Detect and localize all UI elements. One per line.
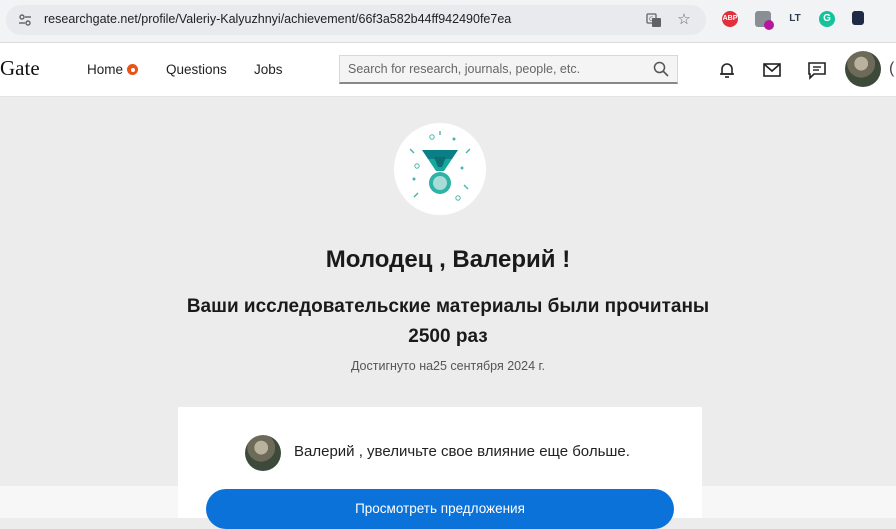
shield-extension-icon[interactable] (852, 11, 864, 25)
overflow-indicator: ( (889, 60, 895, 77)
search-box[interactable] (339, 55, 678, 84)
nav-jobs[interactable]: Jobs (254, 62, 283, 77)
url-text[interactable]: researchgate.net/profile/Valeriy-Kalyuzh… (44, 12, 511, 26)
promo-card: Валерий , увеличьте свое влияние еще бол… (178, 407, 702, 529)
achievement-date: Достигнуто на25 сентября 2024 г. (350, 359, 546, 373)
medal-icon (394, 123, 486, 215)
home-notification-icon (127, 64, 139, 75)
nav-home[interactable]: Home (87, 62, 139, 77)
card-avatar (245, 435, 281, 471)
user-avatar[interactable] (845, 51, 881, 87)
adblock-icon[interactable]: ABP (722, 11, 738, 27)
search-input[interactable] (346, 61, 650, 77)
achievement-subtitle-line2: 2500 раз (408, 326, 488, 347)
view-suggestions-button[interactable]: Просмотреть предложения (206, 489, 674, 529)
notifications-bell-icon[interactable] (717, 60, 737, 80)
browser-toolbar: researchgate.net/profile/Valeriy-Kalyuzh… (0, 0, 896, 43)
logo[interactable]: Gate (0, 56, 40, 81)
extension-badge (764, 20, 774, 30)
languagetool-icon[interactable]: LT (787, 11, 803, 27)
feedback-chat-icon[interactable] (807, 60, 827, 80)
nav-home-label: Home (87, 62, 124, 77)
messages-mail-icon[interactable] (762, 60, 782, 80)
site-header: Gate Home Questions Jobs ( (0, 43, 896, 97)
achievement-title: Молодец , Валерий ! (325, 246, 571, 273)
site-settings-icon[interactable] (18, 13, 32, 27)
search-icon[interactable] (653, 61, 669, 77)
address-bar[interactable]: researchgate.net/profile/Valeriy-Kalyuzh… (6, 5, 706, 35)
achievement-subtitle: Ваши исследовательские материалы были пр… (0, 292, 896, 352)
achievement-subtitle-line1: Ваши исследовательские материалы были пр… (186, 296, 710, 317)
nav-questions[interactable]: Questions (166, 62, 227, 77)
grammarly-icon[interactable]: G (819, 11, 835, 27)
svg-text:G: G (649, 16, 654, 23)
bookmark-star-icon[interactable]: ☆ (676, 12, 692, 28)
promo-text: Валерий , увеличьте свое влияние еще бол… (294, 443, 630, 460)
translate-icon[interactable]: G (646, 12, 662, 28)
